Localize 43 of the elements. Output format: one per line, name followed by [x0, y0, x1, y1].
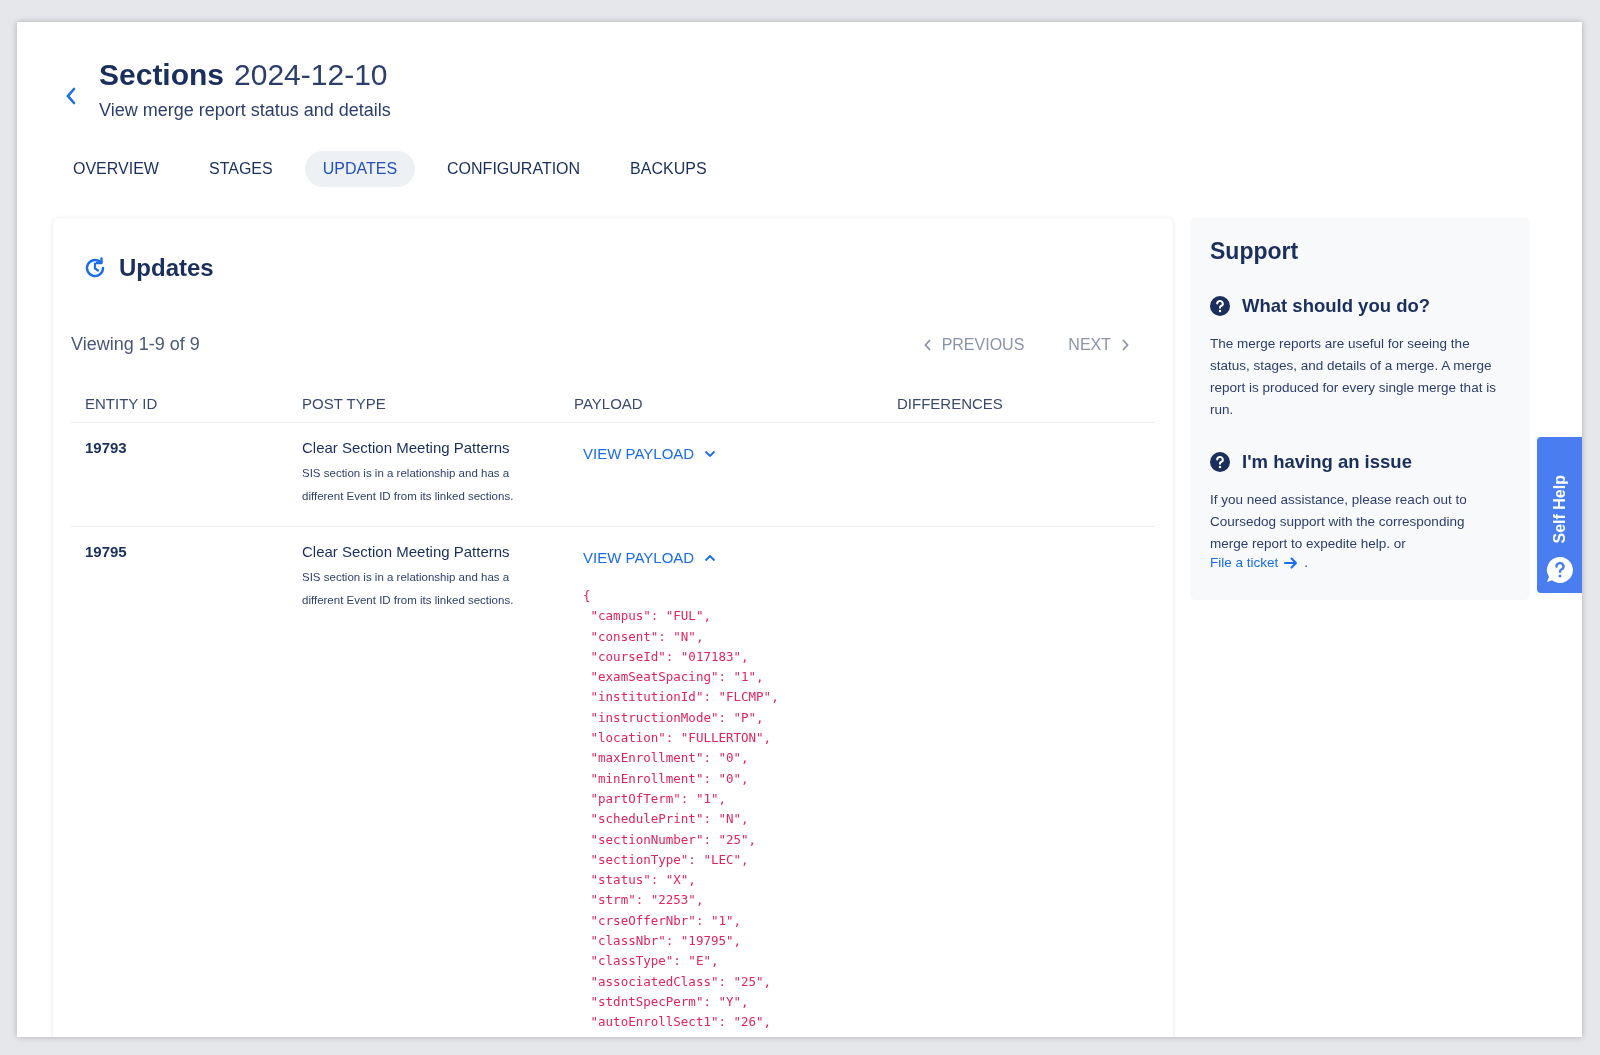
page-subtitle: View merge report status and details — [99, 100, 391, 121]
period-text: . — [1304, 555, 1309, 570]
entity-id: 19793 — [85, 439, 128, 458]
column-header: ENTITY ID — [85, 395, 159, 412]
tab[interactable]: OVERVIEW — [55, 151, 177, 187]
report-date: 2024-12-10 — [234, 58, 388, 92]
column-header: DIFFERENCES — [897, 395, 1004, 412]
post-type: Clear Section Meeting Patterns — [302, 439, 511, 456]
history-icon — [83, 256, 107, 280]
next-button[interactable]: NEXT — [1068, 335, 1129, 354]
tab[interactable]: CONFIGURATION — [429, 151, 599, 187]
post-type-note: SIS section is in a relationship and has a different Event ID from its linked sections. — [302, 570, 515, 608]
previous-button[interactable]: PREVIOUS — [923, 335, 1025, 354]
viewing-count: Viewing 1-9 of 9 — [71, 334, 200, 355]
back-chevron-icon[interactable] — [65, 86, 77, 106]
chevron-right-icon — [1121, 338, 1129, 351]
help-icon — [1210, 452, 1230, 472]
chevron-left-icon — [923, 338, 932, 351]
post-type-note: SIS section is in a relationship and has a different Event ID from its linked sections. — [302, 466, 515, 504]
tab[interactable]: UPDATES — [304, 151, 416, 187]
page-title: Sections — [99, 58, 225, 92]
help-icon — [1210, 296, 1230, 316]
support-heading: What should you do? — [1242, 295, 1431, 317]
support-text: The merge reports are useful for seeing the status, stages, and details of a merge. A merge report is produced for every single merge that is run. — [1210, 335, 1497, 419]
support-heading: I'm having an issue — [1242, 451, 1412, 473]
column-header: POST TYPE — [302, 395, 387, 412]
post-type: Clear Section Meeting Patterns — [302, 543, 511, 560]
support-text: If you need assistance, please reach out to Coursedog support with the corresponding merge report to expedite help. or — [1210, 491, 1468, 553]
chevron-icon — [704, 553, 717, 562]
file-ticket-link[interactable]: File a ticket — [1210, 555, 1299, 570]
self-help-button[interactable]: Self Help — [1537, 437, 1582, 593]
arrow-right-icon — [1284, 556, 1299, 569]
support-title: Support — [1210, 238, 1300, 265]
tab[interactable]: STAGES — [190, 151, 291, 187]
column-header: PAYLOAD — [574, 395, 644, 412]
view-payload-link[interactable]: VIEW PAYLOAD — [583, 549, 717, 566]
card-title: Updates — [119, 254, 214, 282]
view-payload-link[interactable]: VIEW PAYLOAD — [583, 445, 717, 462]
payload-code: { "campus": "FUL", "consent": "N", "courseId": "017183", "examSeatSpacing": "1", "institutionId": "FLCMP", "instructionMode": "P", "location": "FULLERTON", "maxEnrollment": "0", "minEnrollment": "0", "partOfTerm": "1", "schedulePrint": "N", "sectionNumber": "25", "sectionType": "LEC", "status": "X", "strm": "2253", "crseOfferNbr": "1", "classNbr": "19795", "classType": "E", "associatedClass": "25", "stdntSpecPerm": "Y", "autoEnrollSect1": "26", — [583, 587, 779, 1032]
tab[interactable]: BACKUPS — [612, 151, 725, 187]
entity-id: 19795 — [85, 543, 128, 562]
chevron-icon — [704, 449, 717, 458]
help-bubble-icon — [1544, 555, 1575, 585]
